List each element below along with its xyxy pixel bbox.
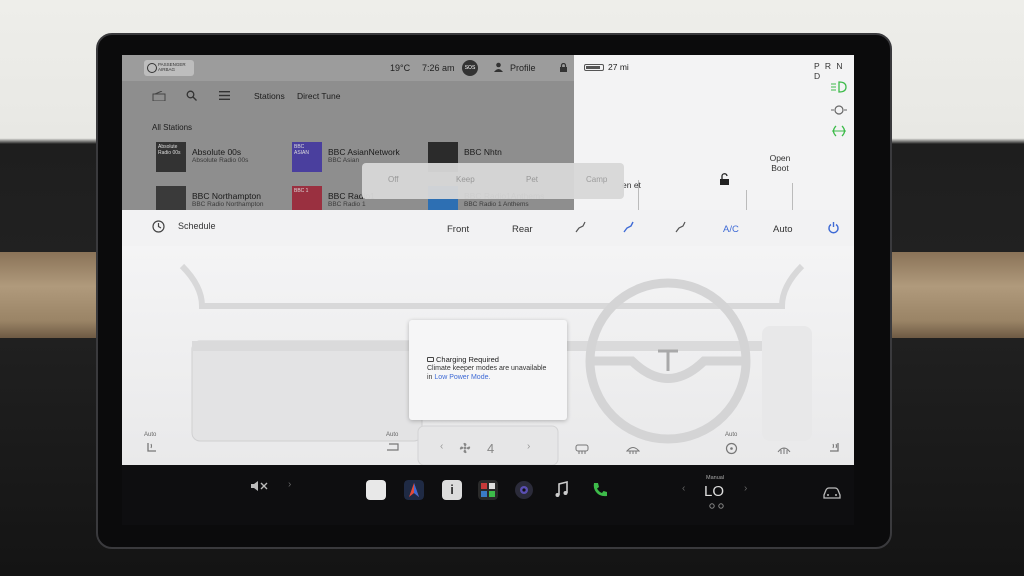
- station-tile[interactable]: Absolute Radio 00s Absolute 00s Absolute…: [156, 142, 286, 176]
- airflow-windscreen-icon[interactable]: [674, 221, 686, 233]
- rear-defrost-icon[interactable]: [575, 444, 589, 454]
- car-settings-app-icon[interactable]: [366, 480, 386, 500]
- popup-message: Climate keeper modes are unavailable: [427, 365, 547, 372]
- camera-app-icon[interactable]: [514, 480, 534, 500]
- radio-source-icon[interactable]: [152, 91, 166, 101]
- info-app-icon[interactable]: i: [442, 480, 462, 500]
- car-outline: [792, 183, 793, 210]
- station-name: BBC Nhtn: [464, 147, 502, 157]
- car-icon[interactable]: [822, 487, 842, 499]
- status-bar: PASSENGER AIRBAG 19°C 7:26 am SOS Profil…: [122, 55, 574, 81]
- apps-launcher-icon[interactable]: [478, 480, 498, 500]
- navigation-app-icon[interactable]: [404, 480, 424, 500]
- mute-icon[interactable]: [250, 479, 270, 493]
- station-name: BBC Northampton: [192, 191, 261, 201]
- seat-heater-left-icon[interactable]: [146, 442, 158, 454]
- seat-heater-left-label: Auto: [144, 432, 157, 438]
- search-icon[interactable]: [186, 90, 197, 101]
- station-subtitle: BBC Radio Northampton: [192, 201, 264, 208]
- airbag-icon: [147, 63, 157, 73]
- popup-message-line2: in Low Power Mode.: [427, 373, 567, 382]
- airbag-label: PASSENGER AIRBAG: [158, 62, 186, 72]
- temp-decrease-chevron[interactable]: ‹: [682, 483, 685, 494]
- station-subtitle: BBC Radio 1: [328, 201, 366, 208]
- rear-defrost-tab[interactable]: Rear: [512, 224, 533, 235]
- list-icon[interactable]: [219, 91, 230, 100]
- car-outline: [746, 190, 747, 210]
- clock-icon[interactable]: [152, 220, 165, 233]
- climate-keeper-selector: Off Keep Pet Camp: [362, 163, 624, 199]
- station-name: BBC AsianNetwork: [328, 147, 400, 157]
- front-defrost-tab[interactable]: Front: [447, 224, 469, 235]
- unlock-icon[interactable]: [719, 173, 731, 185]
- station-subtitle: Absolute Radio 00s: [192, 157, 249, 164]
- section-title: All Stations: [152, 123, 193, 132]
- charging-required-popup: Charging Required Climate keeper modes a…: [409, 320, 567, 420]
- taskbar: › i ‹ Manual LO ›: [122, 465, 854, 525]
- music-app-icon[interactable]: [552, 480, 572, 500]
- auto-climate-button[interactable]: Auto: [773, 224, 793, 235]
- phone-app-icon[interactable]: [590, 480, 610, 500]
- gear-selector: P R N D: [814, 61, 845, 81]
- station-artwork: BBC ASIAN: [292, 142, 322, 172]
- sos-button[interactable]: SOS: [462, 60, 478, 76]
- keeper-off-button[interactable]: Off: [388, 175, 399, 184]
- keeper-keep-button[interactable]: Keep: [456, 175, 475, 184]
- parking-light-icon: [831, 105, 847, 115]
- station-subtitle: BBC Asian: [328, 157, 360, 164]
- station-name: Absolute 00s: [192, 147, 242, 157]
- keeper-pet-button[interactable]: Pet: [526, 175, 538, 184]
- station-subtitle: BBC Radio 1 Anthems: [464, 201, 529, 208]
- tab-direct-tune[interactable]: Direct Tune: [297, 91, 340, 101]
- keeper-camp-button[interactable]: Camp: [586, 175, 607, 184]
- seat-icons: [709, 503, 724, 509]
- range-readout: 27 mi: [608, 62, 629, 72]
- fan-speed-value: 4: [487, 441, 495, 456]
- airflow-feet-icon[interactable]: [622, 221, 634, 233]
- climate-panel: Schedule Front Rear A/C Auto Charging Re…: [122, 210, 854, 465]
- airflow-face-icon[interactable]: [574, 221, 586, 233]
- recirc-auto-label: Auto: [386, 432, 399, 438]
- tab-stations[interactable]: Stations: [254, 91, 285, 101]
- low-power-mode-link[interactable]: Low Power Mode.: [434, 374, 490, 381]
- open-boot-button[interactable]: Open Boot: [760, 153, 800, 173]
- outside-temperature: 19°C: [390, 63, 411, 73]
- fan-increase-chevron[interactable]: ›: [527, 441, 530, 452]
- climate-toolbar: Schedule Front Rear A/C Auto: [122, 210, 854, 246]
- profile-button[interactable]: Profile: [510, 63, 536, 73]
- fan-decrease-chevron[interactable]: ‹: [440, 441, 443, 452]
- cabin-illustration: Charging Required Climate keeper modes a…: [122, 246, 854, 465]
- steering-heater-label: Auto: [725, 432, 738, 438]
- seat-heater-right-icon[interactable]: [828, 442, 840, 454]
- passenger-airbag-indicator: PASSENGER AIRBAG: [144, 60, 194, 76]
- steering-wheel-heater-icon[interactable]: [725, 442, 738, 455]
- clock: 7:26 am: [422, 63, 455, 73]
- temp-increase-chevron[interactable]: ›: [744, 483, 747, 494]
- ac-toggle[interactable]: A/C: [723, 224, 739, 235]
- lock-icon[interactable]: [559, 63, 568, 72]
- fog-light-icon: [832, 125, 846, 137]
- recirculate-icon[interactable]: [386, 442, 400, 452]
- wiper-defrost-icon[interactable]: [777, 444, 791, 454]
- profile-icon[interactable]: [494, 62, 503, 72]
- temp-mode-label: Manual: [706, 475, 725, 481]
- power-icon[interactable]: [827, 221, 840, 234]
- station-artwork: Absolute Radio 00s: [156, 142, 186, 172]
- popup-title: Charging Required: [436, 355, 499, 364]
- volume-chevron[interactable]: ›: [288, 479, 291, 490]
- schedule-button[interactable]: Schedule: [178, 221, 216, 231]
- battery-low-icon: [427, 357, 434, 362]
- touchscreen: PASSENGER AIRBAG 19°C 7:26 am SOS Profil…: [122, 55, 854, 465]
- battery-icon: [584, 64, 604, 71]
- headlight-icon: [831, 81, 847, 93]
- front-defrost-icon[interactable]: [626, 444, 640, 454]
- cabin-temp-setting[interactable]: LO: [704, 483, 724, 500]
- open-frunk-button[interactable]: en et: [622, 180, 641, 190]
- fan-icon: [459, 442, 471, 454]
